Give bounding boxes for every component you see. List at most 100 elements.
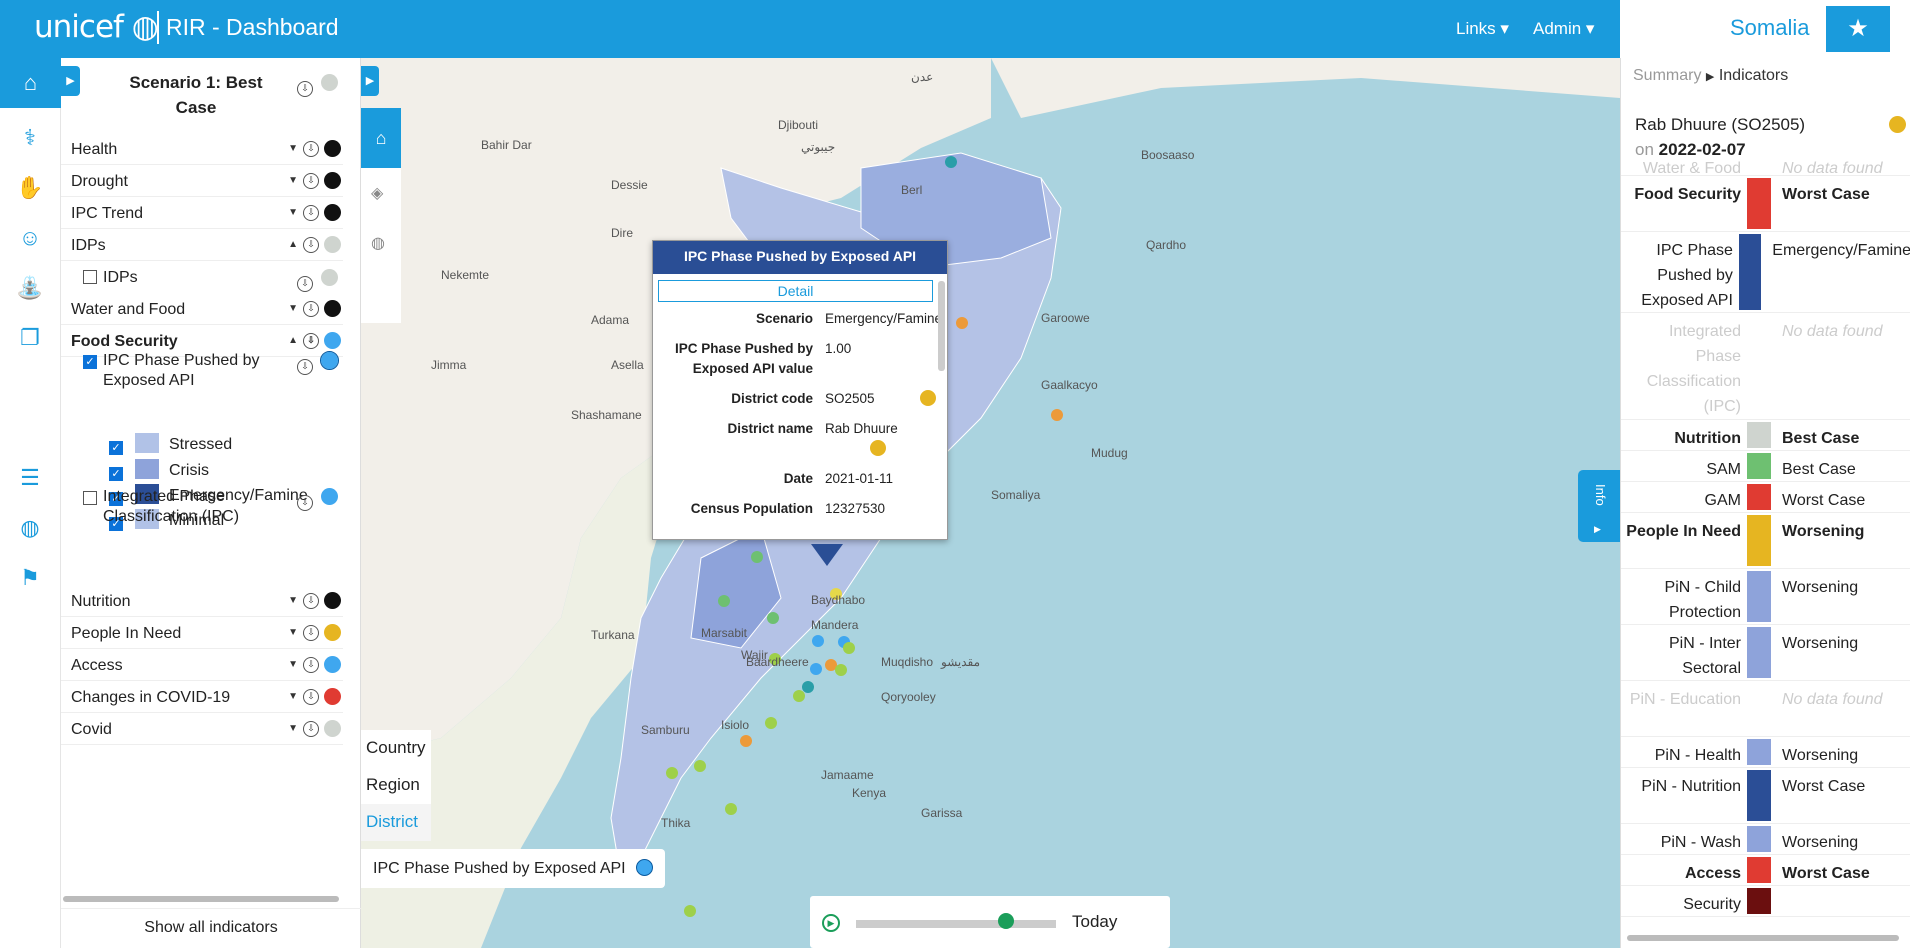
admin-menu[interactable]: Admin ▾ <box>1533 19 1594 39</box>
category-status-dot[interactable] <box>324 204 341 222</box>
download-icon[interactable]: ⇩ <box>297 276 313 292</box>
category-status-dot[interactable] <box>324 300 341 318</box>
map-panel-toggle-chevron-icon[interactable]: ▶ <box>361 66 379 96</box>
indicator-row-water-food[interactable]: Water & Food No data found <box>1621 150 1910 177</box>
category-status-dot[interactable] <box>324 332 341 350</box>
download-icon[interactable]: ⇩ <box>303 592 319 609</box>
level-district[interactable]: District <box>361 804 431 841</box>
category-drought[interactable]: Drought ▼ ⇩ <box>61 165 343 197</box>
download-icon[interactable]: ⇩ <box>297 359 313 375</box>
sidebar-toggle-chevron-icon[interactable]: ▶ <box>61 66 80 96</box>
layers-icon[interactable]: ◈ <box>371 183 383 203</box>
popup-detail-button[interactable]: Detail <box>658 280 933 302</box>
download-icon[interactable]: ⇩ <box>303 204 319 221</box>
ipc-pushed-item[interactable]: ✓ IPC Phase Pushed by Exposed API <box>83 351 260 391</box>
category-status-dot[interactable] <box>324 688 341 706</box>
download-icon[interactable]: ⇩ <box>297 495 313 511</box>
time-track[interactable] <box>856 920 1056 928</box>
category-status-dot[interactable] <box>324 656 341 674</box>
list-icon[interactable]: ☰ <box>13 461 47 495</box>
category-access[interactable]: Access ▼ ⇩ <box>61 649 343 681</box>
star-icon[interactable]: ★ <box>1826 6 1890 52</box>
indicator-row-integrated-phase-classification-ipc[interactable]: Integrated Phase Classification (IPC) No … <box>1621 313 1910 420</box>
map-legend[interactable]: IPC Phase Pushed by Exposed API <box>361 849 666 888</box>
download-icon[interactable]: ⇩ <box>303 624 319 641</box>
indicator-row-pin-nutrition[interactable]: PiN - Nutrition Worst Case <box>1621 768 1910 824</box>
caret-down-icon[interactable]: ▼ <box>288 303 298 314</box>
popup-scrollbar[interactable] <box>938 281 945 371</box>
hands-icon[interactable]: ✋ <box>13 171 47 205</box>
links-menu[interactable]: Links ▾ <box>1456 19 1509 39</box>
idps-checkbox[interactable] <box>83 270 97 284</box>
caret-down-icon[interactable]: ▼ <box>288 627 298 638</box>
class-checkbox[interactable]: ✓ <box>109 441 123 455</box>
idps-sub-item[interactable]: IDPs <box>83 269 138 287</box>
ipc-classification-checkbox[interactable] <box>83 491 97 505</box>
ipc-pushed-checkbox[interactable]: ✓ <box>83 355 97 369</box>
category-water-and-food[interactable]: Water and Food ▼ ⇩ <box>61 293 343 325</box>
category-status-dot[interactable] <box>324 624 341 642</box>
category-nutrition[interactable]: Nutrition ▼ ⇩ <box>61 585 343 617</box>
download-icon[interactable]: ⇩ <box>303 236 319 253</box>
ipc-status-dot[interactable] <box>321 488 338 505</box>
map-view[interactable]: Djibouti جيبوتي Berl Boosaaso Qardho Garoowe G… <box>361 58 1620 948</box>
show-all-indicators-button[interactable]: Show all indicators <box>61 908 361 948</box>
indicator-row-nutrition[interactable]: Nutrition Best Case <box>1621 420 1910 451</box>
class-checkbox[interactable]: ✓ <box>109 467 123 481</box>
indicator-row-pin-health[interactable]: PiN - Health Worsening <box>1621 737 1910 768</box>
breadcrumb-summary[interactable]: Summary <box>1633 67 1701 84</box>
category-status-dot[interactable] <box>324 236 341 254</box>
caret-up-icon[interactable]: ▲ <box>288 239 298 250</box>
download-icon[interactable]: ⇩ <box>303 688 319 705</box>
category-ipc-trend[interactable]: IPC Trend ▼ ⇩ <box>61 197 343 229</box>
category-changes-in-covid-19[interactable]: Changes in COVID-19 ▼ ⇩ <box>61 681 343 713</box>
download-icon[interactable]: ⇩ <box>303 300 319 317</box>
info-panel-toggle[interactable]: Info ▶ <box>1578 470 1620 542</box>
caret-up-icon[interactable]: ▲ <box>288 335 298 346</box>
idps-status-dot[interactable] <box>321 269 338 286</box>
download-icon[interactable]: ⇩ <box>303 172 319 189</box>
right-panel-scrollbar[interactable] <box>1627 935 1899 941</box>
health-icon[interactable]: ⚕ <box>13 121 47 155</box>
time-slider-thumb[interactable] <box>998 913 1014 929</box>
category-status-dot[interactable] <box>324 172 341 190</box>
time-slider[interactable]: ▶ Today <box>810 896 1170 948</box>
globe-icon[interactable]: ◍ <box>371 233 385 253</box>
home-icon[interactable]: ⌂ <box>0 58 61 108</box>
indicator-row-food-security[interactable]: Food Security Worst Case <box>1621 176 1910 232</box>
caret-down-icon[interactable]: ▼ <box>288 659 298 670</box>
category-idps[interactable]: IDPs ▲ ⇩ <box>61 229 343 261</box>
indicator-row-ipc-phase-pushed-by-exposed-api[interactable]: IPC Phase Pushed by Exposed API Emergency… <box>1621 232 1910 313</box>
indicator-row-sam[interactable]: SAM Best Case <box>1621 451 1910 482</box>
indicator-row-people-in-need[interactable]: People In Need Worsening <box>1621 513 1910 569</box>
caret-down-icon[interactable]: ▼ <box>288 691 298 702</box>
category-health[interactable]: Health ▼ ⇩ <box>61 133 343 165</box>
caret-down-icon[interactable]: ▼ <box>288 595 298 606</box>
scenario-status-dot[interactable] <box>321 74 339 91</box>
map-home-icon[interactable]: ⌂ <box>361 108 401 168</box>
caret-down-icon[interactable]: ▼ <box>288 207 298 218</box>
ipc-classification-item[interactable]: Integrated Phase Classification (IPC) <box>83 487 239 527</box>
indicator-row-pin-child-protection[interactable]: PiN - Child Protection Worsening <box>1621 569 1910 625</box>
indicator-row-pin-education[interactable]: PiN - Education No data found <box>1621 681 1910 737</box>
category-status-dot[interactable] <box>324 720 341 738</box>
indicator-row-pin-inter-sectoral[interactable]: PiN - Inter Sectoral Worsening <box>1621 625 1910 681</box>
indicator-row-pin-wash[interactable]: PiN - Wash Worsening <box>1621 824 1910 855</box>
caret-down-icon[interactable]: ▼ <box>288 143 298 154</box>
indicator-row-gam[interactable]: GAM Worst Case <box>1621 482 1910 513</box>
download-icon[interactable]: ⇩ <box>303 332 319 349</box>
category-status-dot[interactable] <box>324 592 341 610</box>
flag-icon[interactable]: ⚑ <box>13 561 47 595</box>
download-icon[interactable]: ⇩ <box>303 656 319 673</box>
water-tap-icon[interactable]: ⛲ <box>13 271 47 305</box>
play-icon[interactable]: ▶ <box>822 914 840 932</box>
country-selector[interactable]: Somalia <box>1620 0 1826 58</box>
download-icon[interactable]: ⇩ <box>303 140 319 157</box>
book-icon[interactable]: ❐ <box>13 321 47 355</box>
indicator-row-access[interactable]: Access Worst Case <box>1621 855 1910 886</box>
globe-icon[interactable]: ◍ <box>13 511 47 545</box>
child-icon[interactable]: ☺ <box>13 221 47 255</box>
category-covid[interactable]: Covid ▼ ⇩ <box>61 713 343 745</box>
level-country[interactable]: Country <box>361 730 431 767</box>
category-people-in-need[interactable]: People In Need ▼ ⇩ <box>61 617 343 649</box>
